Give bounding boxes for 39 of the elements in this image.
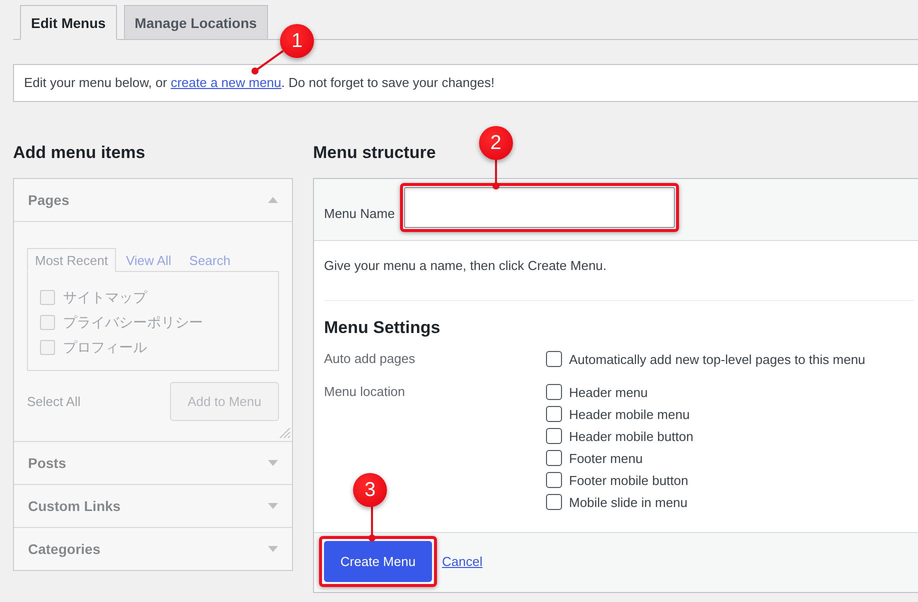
caret-up-icon (268, 197, 278, 203)
setting-label: Auto add pages (324, 350, 416, 368)
checkbox-label: サイトマップ (63, 288, 147, 306)
cancel-link[interactable]: Cancel (442, 554, 482, 569)
checkbox[interactable] (546, 406, 562, 422)
hint-text: Give your menu a name, then click Create Menu. (324, 241, 914, 301)
checkbox-label: プライバシーポリシー (63, 314, 203, 332)
checkbox[interactable] (546, 494, 562, 510)
create-menu-link[interactable]: create a new menu (170, 75, 282, 90)
checkbox-label: Header mobile button (569, 428, 694, 444)
checkbox[interactable] (546, 450, 562, 466)
checkbox-label: プロフィール (63, 338, 147, 356)
notice-text: Edit your menu below, or create a new menu. Do not forget to save your changes! (24, 74, 496, 92)
menu-name-label: Menu Name (324, 205, 395, 223)
checkbox-label: Mobile slide in menu (569, 494, 688, 510)
leader-line (251, 50, 285, 75)
section-heading: Add menu items (13, 142, 146, 164)
checkbox[interactable] (546, 351, 562, 367)
checkbox-label: Automatically add new top-level pages to this menu (569, 352, 866, 366)
step-number-badge: 1 (280, 24, 314, 58)
checkbox[interactable] (546, 428, 562, 444)
nav-tab[interactable]: Manage Locations (124, 5, 268, 40)
nav-tab[interactable]: Edit Menus (20, 5, 117, 40)
resize-grip-icon (279, 427, 291, 439)
caret-down-icon (268, 546, 278, 552)
checkbox[interactable] (546, 384, 562, 400)
section-heading: Menu structure (313, 142, 436, 164)
checkbox[interactable] (546, 472, 562, 488)
setting-label: Menu location (324, 383, 405, 401)
checkbox-label: Header mobile menu (569, 406, 690, 422)
checkbox-label: Footer mobile button (569, 472, 688, 488)
step-number-badge: 2 (478, 126, 513, 160)
caret-down-icon (268, 460, 278, 466)
step-number-badge: 3 (353, 473, 387, 507)
checkbox-label: Footer menu (569, 450, 643, 466)
create-menu-button[interactable]: Create Menu (324, 541, 432, 582)
caret-down-icon (268, 503, 278, 509)
settings-heading: Menu Settings (324, 317, 440, 339)
checkbox-label: Header menu (569, 384, 648, 400)
